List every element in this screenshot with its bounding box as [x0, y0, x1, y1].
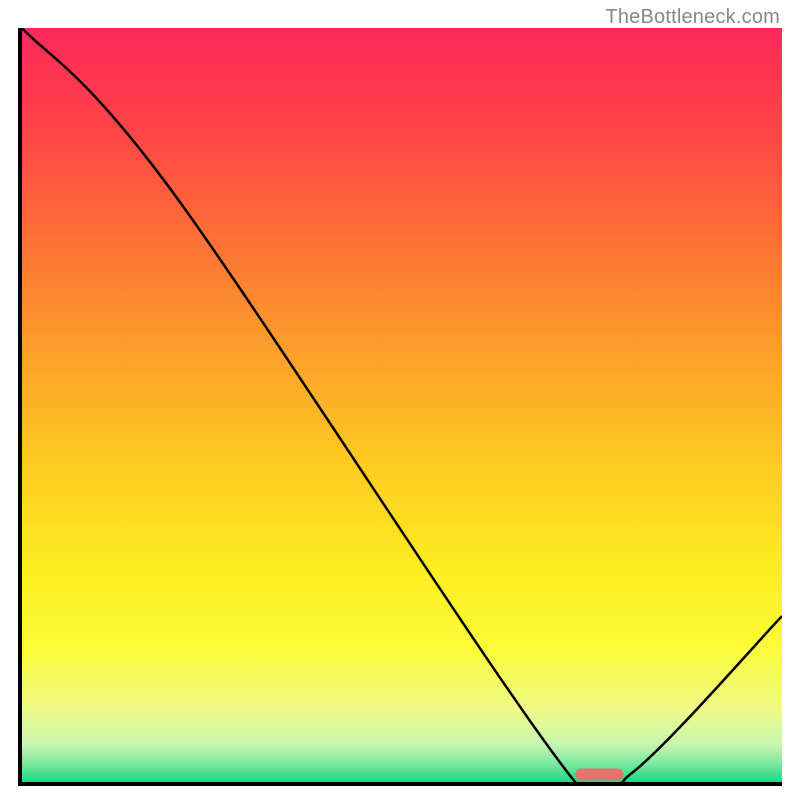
watermark-label: TheBottleneck.com: [605, 6, 780, 29]
optimum-marker: [576, 768, 624, 780]
chart-area: [18, 28, 782, 786]
chart-svg: [22, 28, 782, 782]
gradient-bg: [22, 28, 782, 782]
